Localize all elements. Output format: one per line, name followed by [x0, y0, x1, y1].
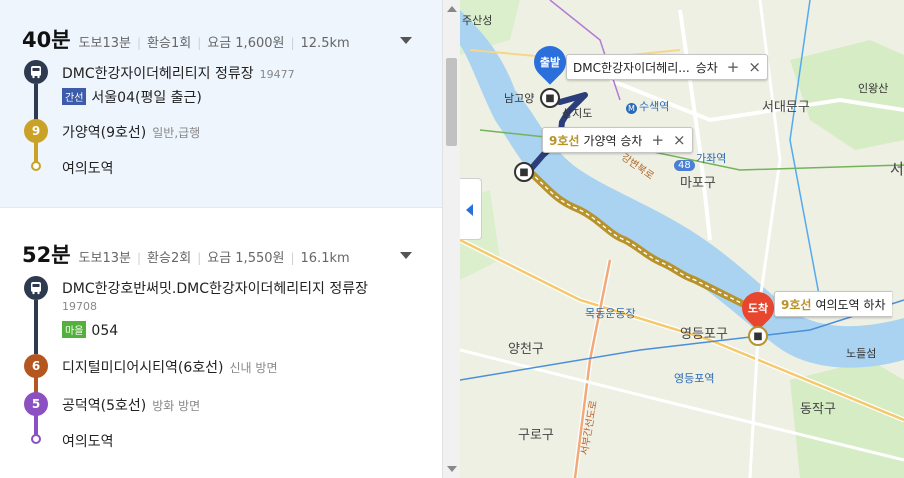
- scrollbar[interactable]: [442, 0, 460, 478]
- map-label: 주산성: [462, 14, 493, 27]
- map-label: 서: [890, 160, 904, 178]
- distance: 16.1km: [300, 251, 350, 266]
- walk-time: 도보13분: [78, 251, 131, 266]
- bus-segment-line: [34, 300, 38, 354]
- station-label: M 수색역: [626, 98, 669, 114]
- destination-station: 여의도역: [62, 161, 114, 177]
- subway-line: [789, 0, 821, 301]
- map-view[interactable]: 주산성 남고양 상지도 M 수색역 서대문구 인왕산 가좌역 마포구 서 양천구 …: [460, 0, 904, 478]
- village-bus-badge: 마을: [62, 321, 87, 338]
- map-label: 구로구: [518, 428, 554, 443]
- direction: 신내 방면: [229, 361, 278, 375]
- transfer-info-bubble[interactable]: 9호선 가양역 승차 + ×: [542, 127, 693, 153]
- bus-stop-code: 19477: [259, 68, 295, 81]
- route-list-panel: 40분 도보13분 | 환승1회 | 요금 1,600원 | 12.5km DMC한강…: [0, 0, 442, 478]
- trunk-bus-badge: 간선: [62, 88, 87, 105]
- station-label: 가좌역: [696, 152, 727, 165]
- add-icon[interactable]: +: [651, 132, 664, 148]
- start-pin-label: 출발: [539, 56, 561, 69]
- bus-stop-name[interactable]: DMC한강자이더헤리티지 정류장 19477: [62, 63, 295, 83]
- line-name: 9호선: [781, 297, 812, 312]
- map-label: 동작구: [800, 402, 836, 417]
- line-name: 9호선: [549, 133, 580, 148]
- mountain-label: 인왕산: [858, 82, 889, 95]
- expand-chevron-icon[interactable]: [400, 37, 412, 44]
- scroll-down-arrow-icon[interactable]: [447, 466, 457, 472]
- station-label: 목동운동장: [585, 307, 636, 320]
- collapse-panel-button[interactable]: [460, 178, 482, 240]
- line6-icon: 6: [24, 354, 48, 378]
- bus-stop-name[interactable]: DMC한강호반써밋.DMC한강자이더헤리티지 정류장: [62, 278, 368, 298]
- direction: 방화 방면: [152, 399, 201, 413]
- route-summary: 52분 도보13분 | 환승2회 | 요금 1,550원 | 16.1km: [22, 239, 350, 269]
- stop-name: DMC한강자이더헤리...: [573, 60, 690, 75]
- close-icon[interactable]: ×: [673, 132, 686, 148]
- map-label: 양천구: [508, 342, 544, 357]
- map-label: 서대문구: [762, 100, 810, 115]
- scroll-up-arrow-icon[interactable]: [447, 6, 457, 12]
- subway-station-marker-icon[interactable]: ■: [514, 162, 534, 182]
- bus-stop-code: 19708: [62, 300, 97, 313]
- line9-icon: 9: [24, 119, 48, 143]
- distance: 12.5km: [300, 36, 350, 51]
- map-label: 상지도: [562, 107, 593, 120]
- line5-icon: 5: [24, 392, 48, 416]
- transfer-count: 환승1회: [147, 36, 192, 51]
- bus-icon: [24, 60, 48, 84]
- destination-station: 여의도역: [62, 434, 114, 450]
- fare: 요금 1,600원: [207, 36, 285, 51]
- expand-chevron-icon[interactable]: [400, 252, 412, 259]
- route-option-1[interactable]: 40분 도보13분 | 환승1회 | 요금 1,600원 | 12.5km DMC한강…: [0, 0, 442, 207]
- map-label: 마포구: [680, 176, 716, 191]
- subway-station-marker-icon[interactable]: ■: [748, 326, 768, 346]
- fare: 요금 1,550원: [207, 251, 285, 266]
- action-label: 승차: [695, 60, 718, 75]
- bus-icon: [24, 276, 48, 300]
- end-info-bubble[interactable]: 9호선 여의도역 하차: [774, 291, 892, 317]
- bus-stop-marker-icon[interactable]: ■: [540, 88, 560, 108]
- map-label: 노들섬: [846, 347, 877, 360]
- route-duration: 52분: [22, 243, 71, 267]
- station-action: 여의도역 하차: [815, 297, 886, 312]
- road: [678, 9, 712, 241]
- subway-station-name[interactable]: 디지털미디어시티역(6호선) 신내 방면: [62, 357, 278, 377]
- transfer-count: 환승2회: [147, 251, 192, 266]
- map-label: 남고양: [504, 92, 535, 105]
- start-info-bubble[interactable]: DMC한강자이더헤리... 승차 + ×: [566, 54, 768, 80]
- destination-dot-icon: [31, 434, 41, 444]
- subway-station-name[interactable]: 공덕역(5호선) 방화 방면: [62, 395, 200, 415]
- subway-station-name[interactable]: 가양역(9호선) 일반,급행: [62, 122, 200, 142]
- route-summary: 40분 도보13분 | 환승1회 | 요금 1,600원 | 12.5km: [22, 24, 350, 54]
- collapse-arrow-icon: [466, 204, 473, 216]
- destination-dot-icon: [31, 161, 41, 171]
- walk-time: 도보13분: [78, 36, 131, 51]
- end-pin-label: 도착: [747, 302, 769, 315]
- train-type: 일반,급행: [152, 126, 201, 140]
- scrollbar-thumb[interactable]: [446, 58, 457, 146]
- route-option-2[interactable]: 52분 도보13분 | 환승2회 | 요금 1,550원 | 16.1km DMC한강…: [0, 207, 442, 478]
- route-number-badge: 48: [674, 160, 695, 171]
- station-label: 영등포역: [674, 372, 715, 385]
- add-icon[interactable]: +: [727, 59, 740, 75]
- route-duration: 40분: [22, 28, 71, 52]
- station-action: 가양역 승차: [583, 133, 643, 148]
- close-icon[interactable]: ×: [748, 59, 761, 75]
- map-label: 영등포구: [680, 327, 728, 342]
- bus-number[interactable]: 간선 서울04(평일 출근): [62, 87, 202, 107]
- bus-number[interactable]: 마을 054: [62, 321, 118, 339]
